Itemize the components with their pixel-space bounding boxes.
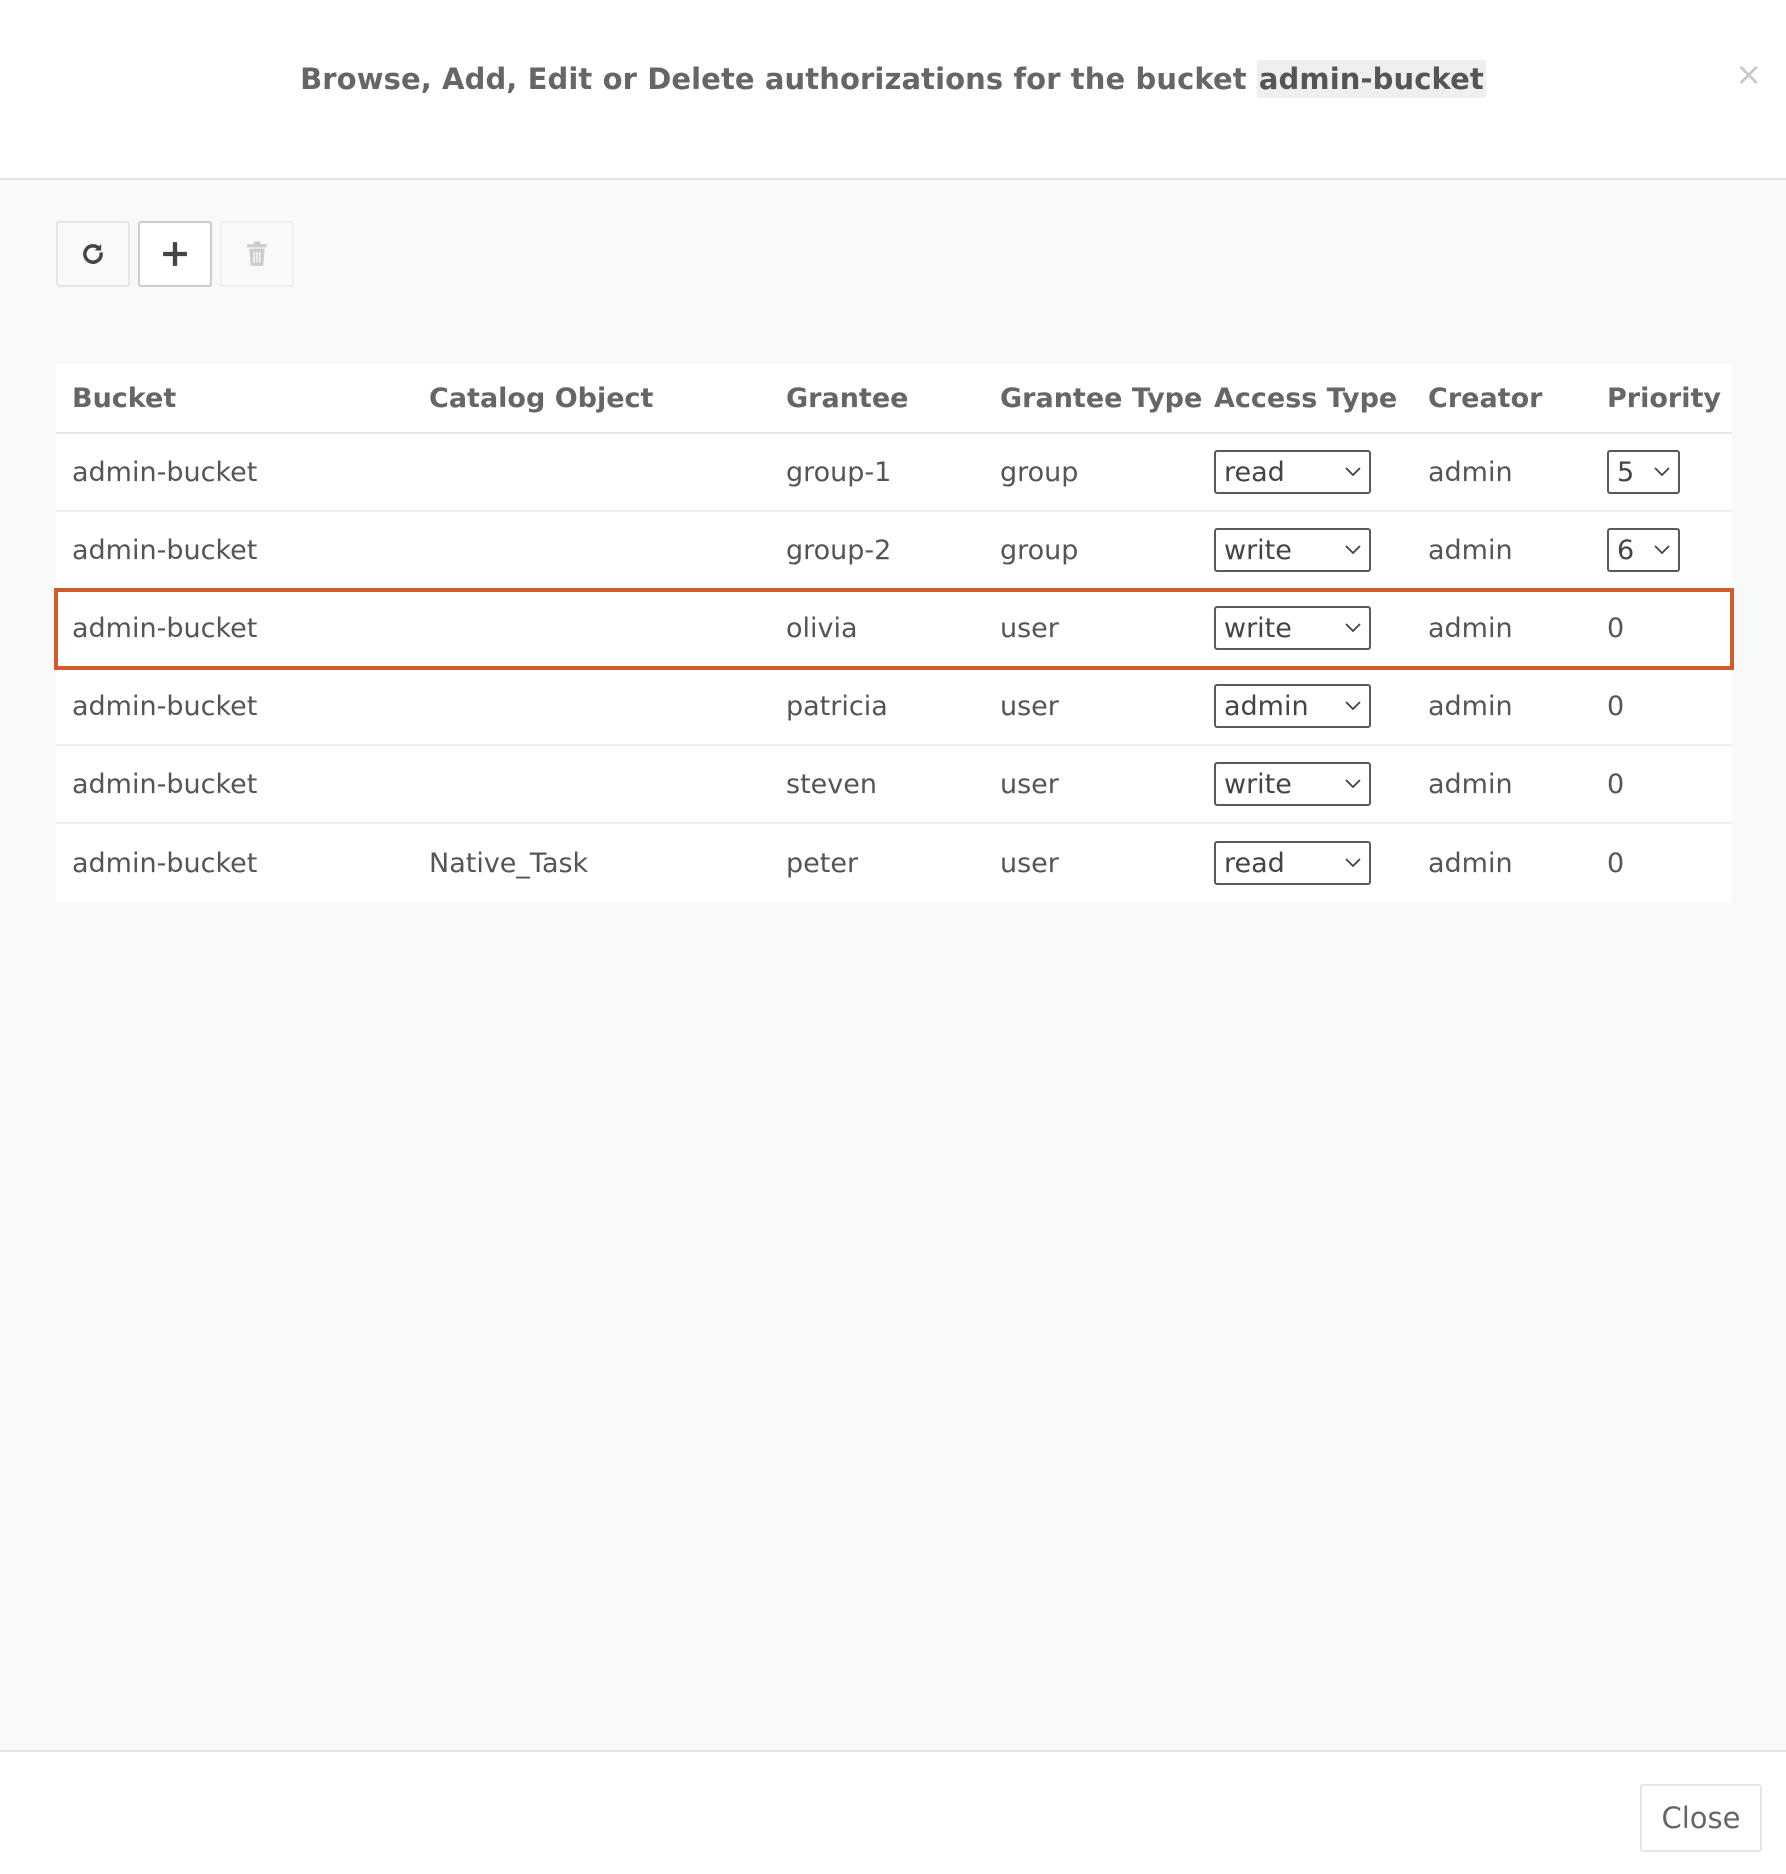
column-header-priority[interactable]: Priority	[1591, 383, 1732, 414]
access-type-value: read	[1224, 847, 1285, 879]
cell-grantee: group-2	[786, 534, 892, 566]
cell-grantee: group-1	[786, 456, 892, 488]
cell-grantee-type: user	[1000, 768, 1059, 800]
cell-grantee: steven	[786, 768, 877, 800]
cell-priority: 0	[1607, 768, 1625, 800]
cell-catalog-object: Native_Task	[429, 847, 589, 879]
table-row[interactable]: admin-bucket group-2 group write admin 6	[56, 512, 1732, 590]
cell-access-type: admin	[1198, 684, 1412, 728]
cell-grantee: peter	[786, 847, 859, 879]
cell-creator: admin	[1428, 690, 1513, 722]
cell-creator: admin	[1428, 768, 1513, 800]
cell-creator: admin	[1428, 612, 1513, 644]
delete-button[interactable]	[220, 221, 294, 287]
cell-creator: admin	[1428, 847, 1513, 879]
priority-select[interactable]: 6	[1607, 528, 1680, 572]
access-type-value: read	[1224, 456, 1285, 488]
table-row-selected[interactable]: admin-bucket olivia user write admin 0	[54, 588, 1734, 670]
table-header: Bucket Catalog Object Grantee Grantee Ty…	[56, 364, 1732, 434]
cell-bucket: admin-bucket	[72, 534, 258, 566]
cell-access-type: write	[1198, 762, 1412, 806]
column-header-grantee[interactable]: Grantee	[770, 383, 984, 414]
cell-bucket: admin-bucket	[72, 690, 258, 722]
access-type-select[interactable]: write	[1214, 606, 1371, 650]
priority-select[interactable]: 5	[1607, 450, 1680, 494]
table-row[interactable]: admin-bucket group-1 group read admin 5	[56, 434, 1732, 512]
chevron-down-icon	[1345, 779, 1361, 789]
access-type-select[interactable]: admin	[1214, 684, 1371, 728]
priority-value: 5	[1617, 456, 1635, 488]
column-header-creator[interactable]: Creator	[1412, 383, 1591, 414]
access-type-select[interactable]: read	[1214, 450, 1371, 494]
cell-grantee-type: user	[1000, 612, 1059, 644]
plus-icon	[163, 242, 187, 266]
toolbar	[56, 221, 294, 289]
cell-bucket: admin-bucket	[72, 456, 258, 488]
chevron-down-icon	[1345, 467, 1361, 477]
access-type-value: admin	[1224, 690, 1309, 722]
chevron-down-icon	[1345, 623, 1361, 633]
cell-access-type: read	[1198, 450, 1412, 494]
cell-grantee-type: user	[1000, 847, 1059, 879]
cell-bucket: admin-bucket	[72, 768, 258, 800]
modal-header: Browse, Add, Edit or Delete authorizatio…	[0, 0, 1786, 180]
cell-access-type: write	[1198, 606, 1412, 650]
chevron-down-icon	[1345, 545, 1361, 555]
cell-priority: 0	[1607, 612, 1625, 644]
access-type-value: write	[1224, 612, 1292, 644]
modal-footer: Close	[0, 1750, 1786, 1874]
close-icon[interactable]: ×	[1735, 58, 1762, 90]
column-header-catalog-object[interactable]: Catalog Object	[413, 383, 770, 414]
chevron-down-icon	[1345, 701, 1361, 711]
authorizations-table: Bucket Catalog Object Grantee Grantee Ty…	[54, 364, 1734, 902]
priority-value: 6	[1617, 534, 1635, 566]
bucket-name: admin-bucket	[1256, 60, 1486, 98]
cell-creator: admin	[1428, 534, 1513, 566]
close-button[interactable]: Close	[1640, 1784, 1762, 1852]
access-type-select[interactable]: write	[1214, 762, 1371, 806]
cell-priority: 5	[1591, 450, 1732, 494]
chevron-down-icon	[1654, 545, 1670, 555]
cell-grantee-type: user	[1000, 690, 1059, 722]
cell-creator: admin	[1428, 456, 1513, 488]
modal-title: Browse, Add, Edit or Delete authorizatio…	[0, 60, 1786, 98]
cell-access-type: write	[1198, 528, 1412, 572]
cell-priority: 6	[1591, 528, 1732, 572]
table-row[interactable]: admin-bucket Native_Task peter user read…	[56, 824, 1732, 902]
cell-grantee: olivia	[786, 612, 858, 644]
access-type-select[interactable]: write	[1214, 528, 1371, 572]
trash-icon	[247, 241, 267, 266]
cell-priority: 0	[1607, 847, 1625, 879]
access-type-value: write	[1224, 534, 1292, 566]
cell-bucket: admin-bucket	[72, 847, 258, 879]
add-button[interactable]	[138, 221, 212, 287]
cell-access-type: read	[1198, 841, 1412, 885]
access-type-select[interactable]: read	[1214, 841, 1371, 885]
column-header-access-type[interactable]: Access Type	[1198, 383, 1412, 414]
cell-grantee: patricia	[786, 690, 888, 722]
cell-grantee-type: group	[1000, 456, 1079, 488]
chevron-down-icon	[1654, 467, 1670, 477]
refresh-icon	[83, 244, 103, 264]
cell-grantee-type: group	[1000, 534, 1079, 566]
cell-priority: 0	[1607, 690, 1625, 722]
access-type-value: write	[1224, 768, 1292, 800]
table-row[interactable]: admin-bucket steven user write admin 0	[56, 746, 1732, 824]
column-header-grantee-type[interactable]: Grantee Type	[984, 383, 1202, 414]
title-prefix: Browse, Add, Edit or Delete authorizatio…	[300, 62, 1257, 96]
chevron-down-icon	[1345, 858, 1361, 868]
cell-bucket: admin-bucket	[72, 612, 258, 644]
table-row[interactable]: admin-bucket patricia user admin admin 0	[56, 668, 1732, 746]
column-header-bucket[interactable]: Bucket	[56, 383, 413, 414]
refresh-button[interactable]	[56, 221, 130, 287]
